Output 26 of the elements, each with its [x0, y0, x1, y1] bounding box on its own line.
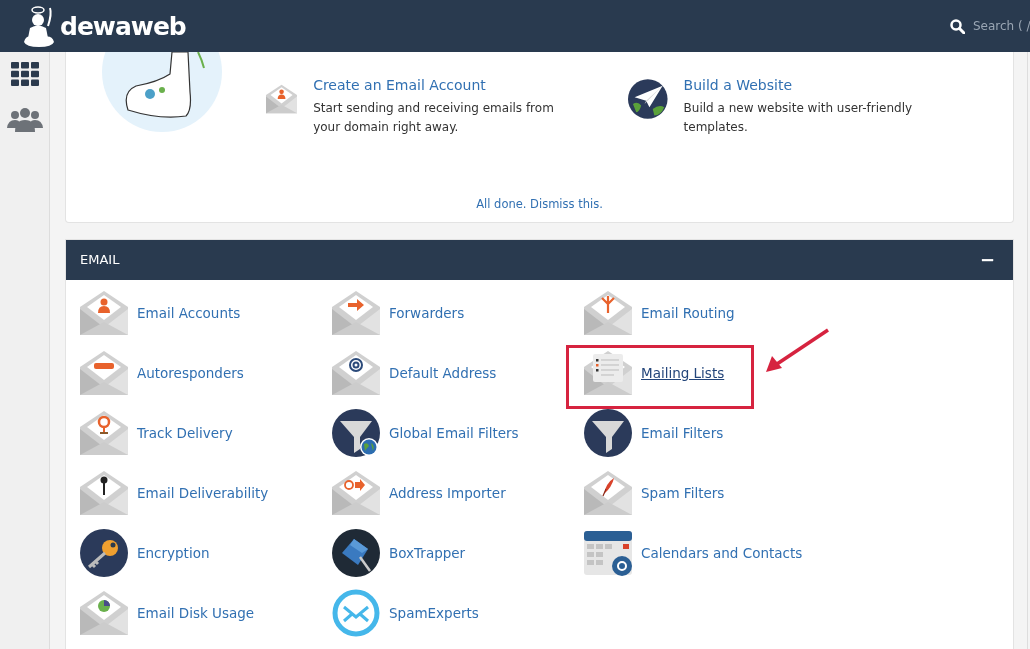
tool-link[interactable]: Forwarders — [389, 302, 465, 324]
tool-link[interactable]: Email Disk Usage — [137, 602, 255, 624]
section-title: EMAIL — [80, 251, 120, 270]
feature-description: Build a new website with user-friendly templates. — [683, 100, 914, 136]
collapse-button[interactable]: − — [975, 251, 999, 269]
tool-link[interactable]: Autoresponders — [137, 362, 244, 384]
tool-link[interactable]: Global Email Filters — [389, 422, 519, 444]
tool-link[interactable]: Email Filters — [641, 422, 724, 444]
tool-link[interactable]: Track Delivery — [137, 422, 233, 444]
tool-link[interactable]: SpamExperts — [389, 602, 479, 624]
tool-link[interactable]: Address Importer — [389, 482, 506, 504]
dismiss-link[interactable]: All done. Dismiss this. — [476, 197, 603, 211]
tool-link[interactable]: BoxTrapper — [389, 542, 466, 564]
tool-link[interactable]: Mailing Lists — [641, 362, 725, 384]
brand-name[interactable]: dewaweb — [60, 13, 186, 39]
tool-link[interactable]: Email Accounts — [137, 302, 241, 324]
feature-description: Start sending and receiving emails from your domain right away. — [313, 100, 555, 136]
tool-link[interactable]: Email Routing — [641, 302, 735, 324]
tool-link[interactable]: Calendars and Contacts — [641, 542, 803, 564]
feature-link[interactable]: Build a Website — [683, 75, 928, 96]
search-field[interactable]: Search ( / — [973, 17, 1030, 35]
tool-link[interactable]: Email Deliverability — [137, 482, 269, 504]
tool-link[interactable]: Default Address — [389, 362, 497, 384]
tool-link[interactable]: Spam Filters — [641, 482, 725, 504]
feature-link[interactable]: Create an Email Account — [313, 75, 566, 96]
tool-link[interactable]: Encryption — [137, 542, 210, 564]
